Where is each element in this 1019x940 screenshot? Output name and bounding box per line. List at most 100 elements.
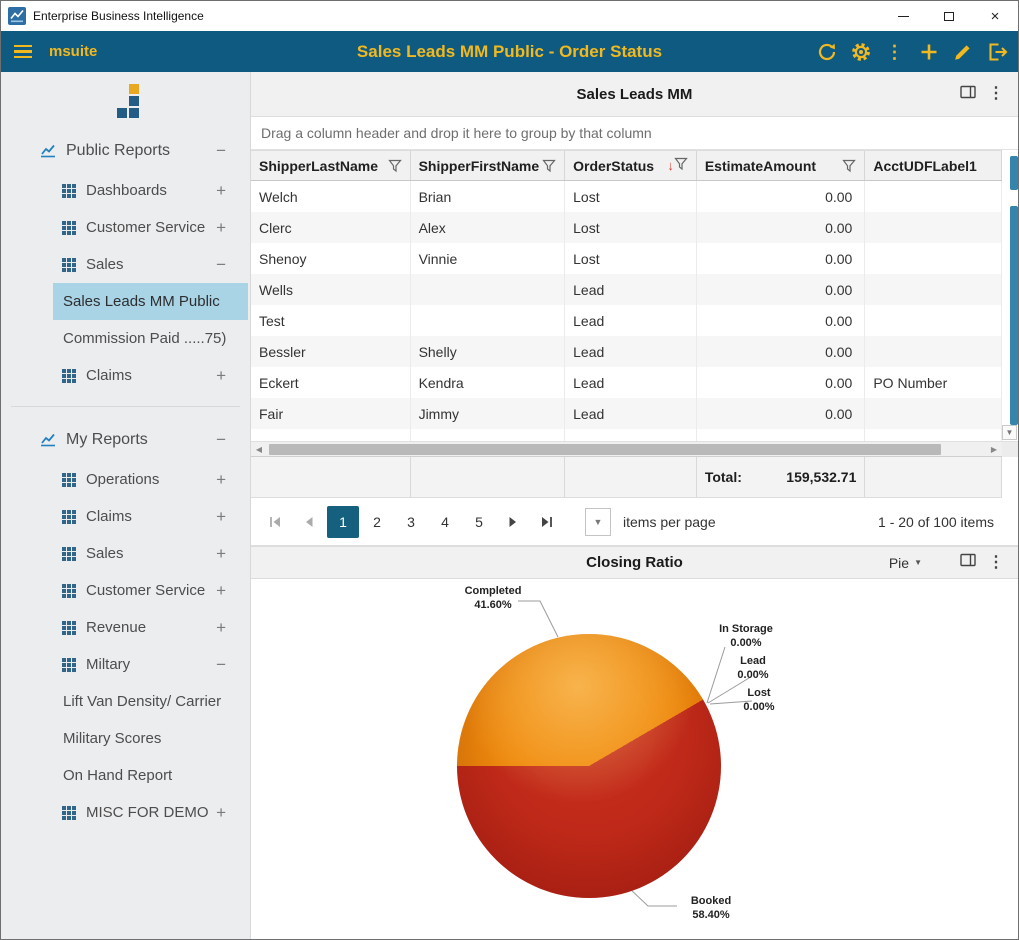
- table-row[interactable]: Bessler Shelly Lead 0.00: [251, 336, 1002, 367]
- table-row[interactable]: Eckert Kendra Lead 0.00 PO Number: [251, 367, 1002, 398]
- sidebar-item-label: Operations: [86, 471, 159, 488]
- sidebar-item-claims[interactable]: Claims +: [1, 357, 250, 394]
- pie-panel-title: Closing Ratio: [586, 554, 683, 571]
- table-row[interactable]: Shenoy Vinnie Lost 0.00: [251, 243, 1002, 274]
- column-label: EstimateAmount: [705, 158, 816, 174]
- expand-toggle[interactable]: +: [216, 618, 226, 638]
- maximize-button[interactable]: [926, 1, 972, 31]
- pie-chart[interactable]: [457, 634, 721, 898]
- column-header-shipperfirstname[interactable]: ShipperFirstName: [411, 151, 566, 180]
- expand-toggle[interactable]: +: [216, 181, 226, 201]
- column-header-estimateamount[interactable]: EstimateAmount: [697, 151, 866, 180]
- pie-chart-area: Completed 41.60% In Storage 0.00% Lead 0…: [251, 579, 1018, 939]
- pie-panel-header: Closing Ratio Pie ▼ ⋮: [251, 546, 1018, 579]
- scroll-down-button[interactable]: ▼: [1002, 425, 1017, 440]
- column-header-acctudflabel1[interactable]: AcctUDFLabel1: [865, 151, 1002, 180]
- sidebar-section-public-reports[interactable]: Public Reports −: [1, 130, 250, 172]
- table-row[interactable]: Wells Lead 0.00: [251, 274, 1002, 305]
- sidebar-section-label: My Reports: [66, 431, 148, 449]
- sidebar-item-label: Commission Paid .....75): [63, 330, 226, 347]
- collapse-toggle[interactable]: −: [216, 141, 226, 161]
- gear-icon[interactable]: [849, 40, 872, 63]
- first-page-button[interactable]: [259, 506, 291, 538]
- prev-page-button[interactable]: [293, 506, 325, 538]
- line-chart-icon: [39, 142, 57, 160]
- next-page-button[interactable]: [497, 506, 529, 538]
- sidebar-item-sales-leads-mm-public[interactable]: Sales Leads MM Public: [53, 283, 248, 320]
- edit-icon[interactable]: [951, 40, 974, 63]
- sidebar-item-operations[interactable]: Operations +: [1, 461, 250, 498]
- table-row[interactable]: Welch Brian Lost 0.00: [251, 181, 1002, 212]
- sidebar-section-my-reports[interactable]: My Reports −: [1, 419, 250, 461]
- collapse-toggle[interactable]: −: [216, 655, 226, 675]
- logout-icon[interactable]: [985, 40, 1008, 63]
- column-header-shipperlastname[interactable]: ShipperLastName: [251, 151, 411, 180]
- sidebar-item-military-scores[interactable]: Military Scores: [53, 720, 248, 757]
- refresh-icon[interactable]: [815, 40, 838, 63]
- expand-toggle[interactable]: +: [216, 581, 226, 601]
- sidebar-item-miltary[interactable]: Miltary −: [1, 646, 250, 683]
- sidebar-item-label: Claims: [86, 367, 132, 384]
- menu-icon[interactable]: [14, 45, 32, 59]
- table-row[interactable]: Clerc Alex Lost 0.00: [251, 212, 1002, 243]
- page-button-4[interactable]: 4: [429, 506, 461, 538]
- filter-icon[interactable]: [842, 159, 856, 173]
- items-per-page-select[interactable]: ▼: [585, 508, 611, 536]
- cell-status: Lead: [565, 305, 697, 336]
- scroll-right-button[interactable]: ▶: [986, 442, 1002, 457]
- sidebar-item-sales-2[interactable]: Sales +: [1, 535, 250, 572]
- page-button-5[interactable]: 5: [463, 506, 495, 538]
- minimize-button[interactable]: [880, 1, 926, 31]
- sidebar-item-on-hand-report[interactable]: On Hand Report: [53, 757, 248, 794]
- expand-toggle[interactable]: +: [216, 544, 226, 564]
- sidebar-item-customer-service[interactable]: Customer Service +: [1, 209, 250, 246]
- sidebar-item-sales[interactable]: Sales −: [1, 246, 250, 283]
- horizontal-scrollbar[interactable]: ◀ ▶: [251, 441, 1018, 456]
- table-row[interactable]: Test Lead 0.00: [251, 305, 1002, 336]
- cell-amount: 0.00: [697, 398, 866, 429]
- page-button-1[interactable]: 1: [327, 506, 359, 538]
- minimize-icon: [898, 16, 909, 17]
- filter-icon[interactable]: [542, 159, 556, 173]
- sidebar-item-lift-van-density-carrier[interactable]: Lift Van Density/ Carrier: [53, 683, 248, 720]
- scrollbar-thumb[interactable]: [1010, 206, 1018, 425]
- kebab-icon[interactable]: ⋮: [988, 555, 1004, 571]
- filter-icon[interactable]: [674, 157, 688, 174]
- cell-amount: 0.00: [697, 305, 866, 336]
- scroll-left-button[interactable]: ◀: [251, 442, 267, 457]
- scrollbar-arrow[interactable]: [1010, 156, 1018, 190]
- sidebar-item-misc-for-demo[interactable]: MISC FOR DEMO +: [1, 794, 250, 831]
- collapse-toggle[interactable]: −: [216, 430, 226, 450]
- scrollbar-thumb[interactable]: [269, 444, 941, 455]
- chart-type-select[interactable]: Pie ▼: [889, 555, 922, 571]
- expand-toggle[interactable]: +: [216, 803, 226, 823]
- expand-toggle[interactable]: +: [216, 218, 226, 238]
- cell-status: Lead: [565, 274, 697, 305]
- last-page-button[interactable]: [531, 506, 563, 538]
- page-button-3[interactable]: 3: [395, 506, 427, 538]
- close-button[interactable]: ×: [972, 1, 1018, 31]
- expand-toggle[interactable]: +: [216, 470, 226, 490]
- window-icon[interactable]: [960, 84, 976, 105]
- sidebar-item-claims-2[interactable]: Claims +: [1, 498, 250, 535]
- cell-amount: 0.00: [697, 336, 866, 367]
- window-icon[interactable]: [960, 552, 976, 573]
- sidebar-item-commission-paid[interactable]: Commission Paid .....75): [53, 320, 248, 357]
- sidebar-item-revenue[interactable]: Revenue +: [1, 609, 250, 646]
- column-header-orderstatus[interactable]: OrderStatus ↓: [565, 151, 697, 180]
- sidebar-item-label: Customer Service: [86, 582, 205, 599]
- kebab-icon[interactable]: ⋮: [883, 40, 906, 63]
- column-label: OrderStatus: [573, 158, 654, 174]
- table-row[interactable]: Fair Jimmy Lead 0.00: [251, 398, 1002, 429]
- cell-status: Lost: [565, 243, 697, 274]
- expand-toggle[interactable]: +: [216, 366, 226, 386]
- sidebar-item-customer-service-2[interactable]: Customer Service +: [1, 572, 250, 609]
- group-by-dropzone[interactable]: Drag a column header and drop it here to…: [251, 117, 1018, 150]
- add-icon[interactable]: [917, 40, 940, 63]
- expand-toggle[interactable]: +: [216, 507, 226, 527]
- collapse-toggle[interactable]: −: [216, 255, 226, 275]
- filter-icon[interactable]: [388, 159, 402, 173]
- page-button-2[interactable]: 2: [361, 506, 393, 538]
- kebab-icon[interactable]: ⋮: [988, 86, 1004, 102]
- sidebar-item-dashboards[interactable]: Dashboards +: [1, 172, 250, 209]
